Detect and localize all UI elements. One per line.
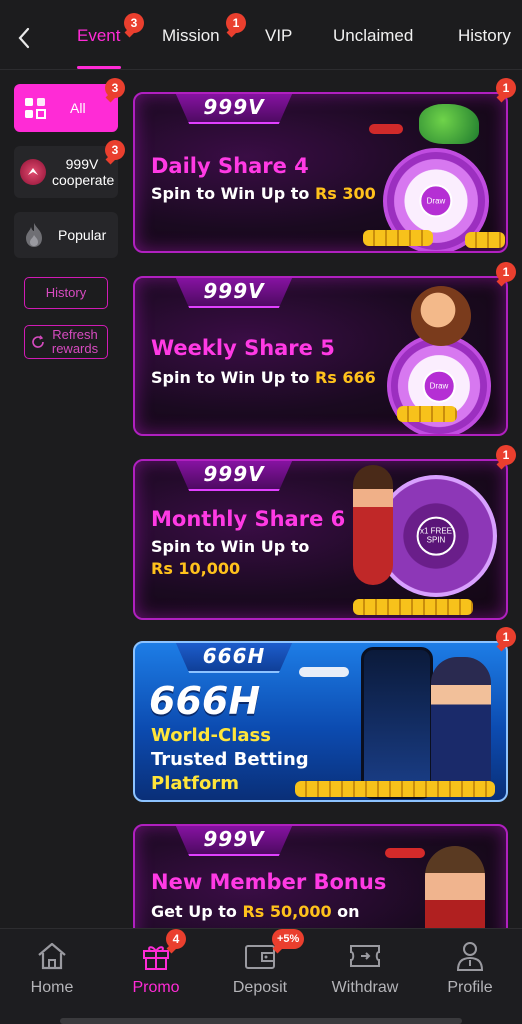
nav-label: Deposit [232,979,288,996]
card-title: Weekly Share 5 [151,336,335,360]
top-tab-bar: Event 3 Mission 1 VIP Unclaimed History [0,0,522,70]
aviator-mascot-image [425,846,485,936]
history-button[interactable]: History [24,277,108,309]
flame-icon [26,223,42,247]
nav-home[interactable]: Home [0,929,104,1009]
card-subtitle: Spin to Win Up to Rs 666 [151,368,376,387]
refresh-rewards-button[interactable]: Refresh rewards [24,325,108,359]
girl-mascot-image [411,286,471,346]
brand-logo: 666H [175,643,293,673]
card-amount: Rs 10,000 [151,559,241,578]
pilot-mascot-image [431,657,491,797]
tab-mission[interactable]: Mission [162,26,220,46]
card-title: Daily Share 4 [151,154,309,178]
sidebar-item-all[interactable]: All [14,84,118,132]
brand-logo: 999V [175,461,293,491]
coin-pile-image [397,406,457,422]
card-title: Monthly Share 6 [151,507,346,531]
card-subtitle: Spin to Win Up to [151,537,310,556]
ticket-icon [348,939,382,973]
promo-card-666h[interactable]: 666H 666H World-Class Trusted Betting Pl… [133,641,508,802]
card-line-1: World-Class [151,725,271,746]
brand-logo: 999V [175,826,293,856]
promo-card-weekly-share[interactable]: 999V Weekly Share 5 Spin to Win Up to Rs… [133,276,508,436]
user-icon [453,939,487,973]
grid-icon [25,98,46,119]
coin-pile-image [465,232,505,248]
active-tab-indicator [77,66,121,69]
sidebar-coop-badge: 3 [105,140,125,160]
card-badge: 1 [496,78,516,98]
promo-screen: Event 3 Mission 1 VIP Unclaimed History … [0,0,522,1024]
nav-label: Withdraw [331,979,399,996]
card-badge: 1 [496,262,516,282]
card-subtitle: Get Up to Rs 50,000 on [151,902,360,921]
card-badge: 1 [496,627,516,647]
dragon-mascot-image [419,104,479,144]
wheel-draw-button: Draw [419,184,453,218]
brand-logo: 999V [175,278,293,308]
card-big-brand: 666H [149,679,261,723]
home-indicator [60,1018,462,1024]
home-icon [35,939,69,973]
pirate-mascot-image [353,465,393,585]
nav-promo[interactable]: Promo [104,929,208,1009]
sidebar-item-label: 999V cooperate [52,156,115,188]
prize-wheel: x1 FREE SPIN [375,475,497,597]
tab-unclaimed[interactable]: Unclaimed [333,26,413,46]
coin-pile-image [363,230,433,246]
tab-event[interactable]: Event [77,26,120,46]
sidebar-item-popular[interactable]: Popular [14,212,118,258]
card-badge: 1 [496,445,516,465]
card-line-2: Trusted Betting [151,749,309,770]
999v-logo-icon [20,159,46,185]
sidebar-item-label: Popular [58,227,107,243]
brand-logo: 999V [175,94,293,124]
promo-badge: 4 [166,929,186,949]
card-subtitle: Spin to Win Up to Rs 300 [151,184,376,203]
refresh-rewards-label: Refresh rewards [51,327,99,356]
airplane-image [369,124,403,134]
chevron-left-icon [18,27,30,49]
back-button[interactable] [14,24,34,52]
nav-label: Profile [447,979,493,996]
tab-history[interactable]: History [458,26,511,46]
nav-label: Home [30,979,74,996]
nav-label: Promo [132,979,180,996]
promo-card-daily-share[interactable]: 999V Daily Share 4 Spin to Win Up to Rs … [133,92,508,253]
coin-pile-image [353,599,473,615]
card-line-3: Platform [151,773,239,794]
deposit-bonus-badge: +5% [272,929,305,949]
coin-pile-image [295,781,495,797]
phone-mockup-image [361,647,433,799]
card-title: New Member Bonus [151,870,387,894]
airplane-image [299,667,349,677]
wheel-free-spin: x1 FREE SPIN [416,516,456,556]
tab-vip[interactable]: VIP [265,26,292,46]
sidebar-all-badge: 3 [105,78,125,98]
sidebar-item-999v-cooperate[interactable]: 999V cooperate [14,146,118,198]
refresh-icon [32,335,44,348]
promo-card-monthly-share[interactable]: 999V Monthly Share 6 Spin to Win Up to R… [133,459,508,620]
sidebar-item-label: All [70,100,86,116]
tab-event-badge: 3 [124,13,144,33]
nav-profile[interactable]: Profile [418,929,522,1009]
bottom-navigation: Home Promo 4 Deposit +5% Withdraw Profil… [0,928,522,1024]
wallet-icon [243,939,277,973]
wheel-draw-button: Draw [422,369,456,403]
nav-withdraw[interactable]: Withdraw [313,929,417,1009]
tab-mission-badge: 1 [226,13,246,33]
airplane-image [385,848,425,858]
